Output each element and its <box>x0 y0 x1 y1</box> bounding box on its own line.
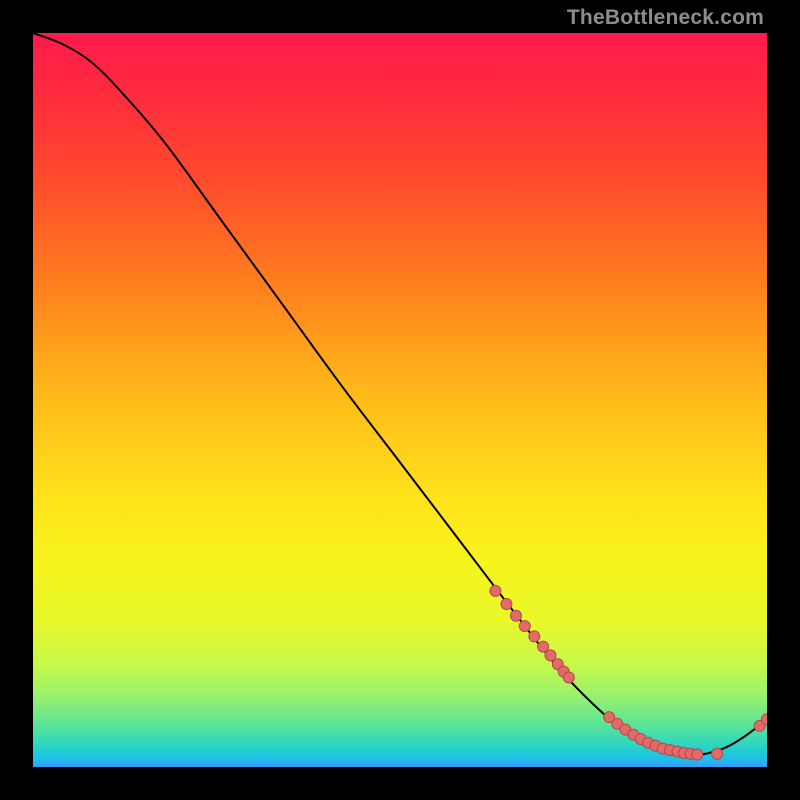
watermark-text: TheBottleneck.com <box>567 6 764 30</box>
bottleneck-curve <box>33 33 767 755</box>
curve-marker <box>501 599 512 610</box>
curve-marker <box>519 621 530 632</box>
curve-marker <box>510 610 521 621</box>
curve-marker <box>692 749 703 760</box>
chart-overlay <box>33 33 767 767</box>
curve-marker <box>490 585 501 596</box>
curve-markers <box>490 585 767 760</box>
plot-area <box>33 33 767 767</box>
chart-stage: TheBottleneck.com <box>0 0 800 800</box>
curve-marker <box>563 672 574 683</box>
curve-marker <box>712 748 723 759</box>
curve-marker <box>545 650 556 661</box>
curve-marker <box>538 641 549 652</box>
curve-marker <box>529 631 540 642</box>
